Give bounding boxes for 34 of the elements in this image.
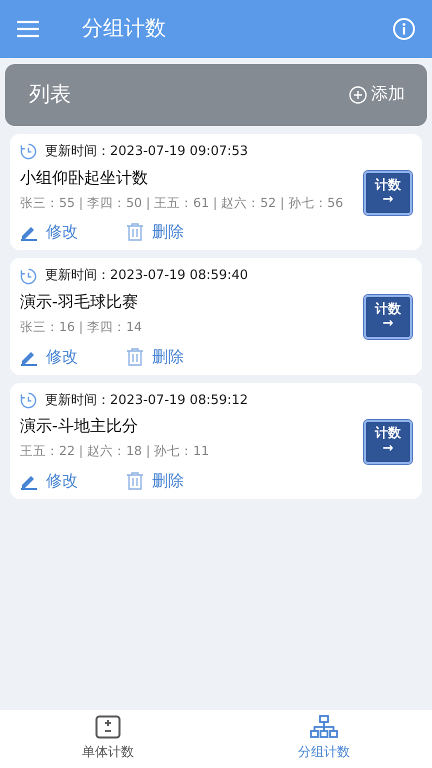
edit-button[interactable]: 修改 (20, 344, 78, 368)
app-title: 分组计数 (82, 15, 166, 42)
hierarchy-icon (310, 715, 338, 740)
clock-refresh-icon (20, 268, 37, 284)
trash-icon (126, 223, 144, 242)
group-name: 演示-斗地主比分 (20, 415, 139, 437)
update-time: 更新时间：2023-07-19 09:07:53 (45, 143, 248, 161)
count-button[interactable]: 计数 → (364, 171, 412, 216)
trash-icon (126, 348, 144, 366)
update-time: 更新时间：2023-07-19 08:59:40 (45, 267, 248, 286)
add-button[interactable]: 添加 (343, 81, 411, 109)
list-title: 列表 (29, 81, 71, 108)
count-button[interactable]: 计数 → (364, 420, 412, 464)
bottom-tab[interactable]: 分组计数 (216, 710, 432, 768)
info-icon[interactable] (392, 17, 416, 41)
score-summary: 张三：16 | 李四：14 (20, 318, 143, 336)
plus-minus-icon (95, 715, 121, 740)
score-summary: 王五：22 | 赵六：18 | 孙七：11 (20, 442, 210, 460)
edit-button[interactable]: 修改 (20, 468, 78, 493)
delete-button[interactable]: 删除 (126, 220, 184, 244)
group-name: 演示-羽毛球比赛 (20, 290, 139, 313)
clock-refresh-icon (20, 392, 37, 409)
score-summary: 张三：55 | 李四：50 | 王五：61 | 赵六：52 | 孙七：56 (20, 194, 344, 212)
menu-icon[interactable] (16, 20, 40, 38)
count-button[interactable]: 计数 → (364, 295, 412, 340)
group-name: 小组仰卧起坐计数 (20, 166, 149, 188)
plus-circle-icon (349, 86, 367, 104)
delete-button[interactable]: 删除 (126, 468, 184, 493)
trash-icon (126, 472, 144, 490)
edit-button[interactable]: 修改 (20, 220, 78, 244)
bottom-tab[interactable]: 单体计数 (0, 710, 216, 768)
clock-refresh-icon (20, 143, 37, 160)
delete-button[interactable]: 删除 (126, 344, 184, 368)
update-time: 更新时间：2023-07-19 08:59:12 (45, 392, 248, 410)
